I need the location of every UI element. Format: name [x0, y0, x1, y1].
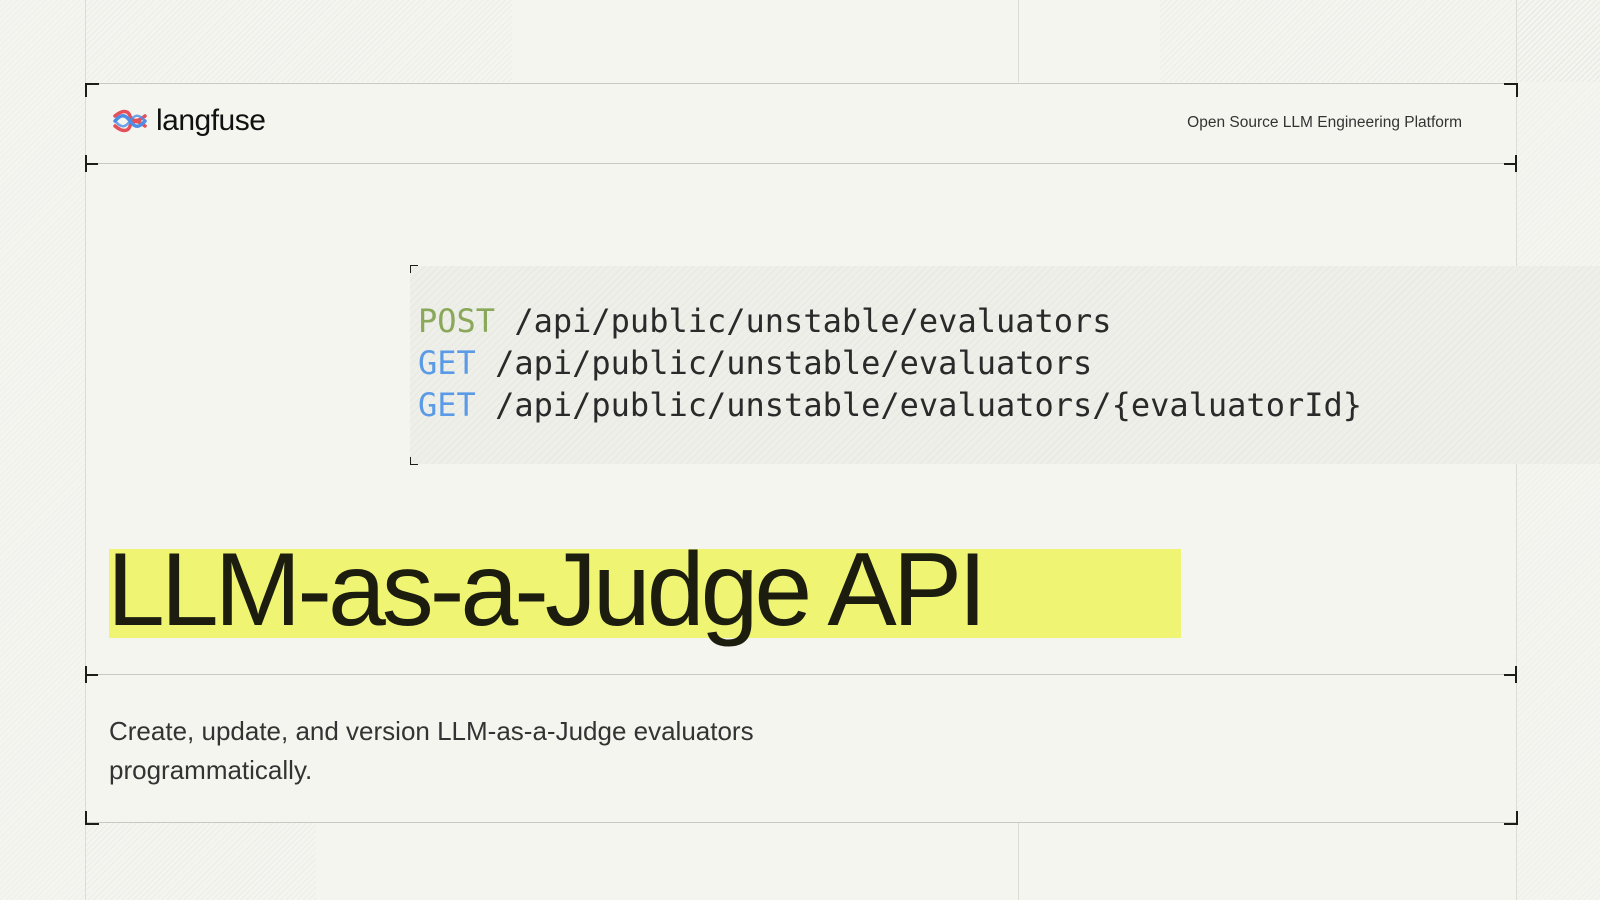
page-title: LLM-as-a-Judge API	[107, 532, 987, 648]
corner-bracket-br	[1504, 811, 1518, 825]
background-hatch-top-left	[86, 0, 512, 82]
endpoint-list: POST /api/public/unstable/evaluators GET …	[418, 300, 1362, 426]
brand-tagline: Open Source LLM Engineering Platform	[1187, 114, 1462, 131]
corner-bracket-bl	[85, 811, 99, 825]
endpoint-line: POST /api/public/unstable/evaluators	[418, 300, 1362, 342]
code-corner-bl	[410, 457, 418, 465]
http-method: GET	[418, 344, 476, 382]
divider-tick-left-1h	[85, 163, 98, 165]
background-hatch-bottom	[86, 822, 316, 900]
corner-bracket-tl	[85, 83, 99, 97]
code-corner-tl	[410, 265, 418, 273]
divider-tick-left-2h	[85, 674, 98, 676]
divider-tick-right-2h	[1504, 674, 1517, 676]
grid-line-2	[1018, 0, 1019, 82]
endpoint-path: /api/public/unstable/evaluators/{evaluat…	[475, 386, 1363, 424]
divider-tick-right-1h	[1504, 163, 1517, 165]
frame-bottom-line	[86, 822, 1516, 823]
http-method: GET	[418, 386, 476, 424]
content-divider	[86, 674, 1516, 675]
frame-top-line	[86, 83, 1516, 84]
grid-line-3	[1018, 822, 1019, 900]
header-divider	[86, 163, 1516, 164]
page-description: Create, update, and version LLM-as-a-Jud…	[109, 716, 754, 785]
endpoint-path: /api/public/unstable/evaluators	[495, 302, 1112, 340]
endpoint-path: /api/public/unstable/evaluators	[475, 344, 1093, 382]
langfuse-logo-icon	[113, 109, 147, 133]
background-hatch-left	[0, 0, 86, 900]
corner-bracket-tr	[1504, 83, 1518, 97]
endpoint-line: GET /api/public/unstable/evaluators	[418, 342, 1362, 384]
brand-name: langfuse	[156, 104, 266, 137]
http-method: POST	[418, 302, 496, 340]
brand-logo[interactable]: langfuse	[112, 104, 266, 138]
endpoint-line: GET /api/public/unstable/evaluators/{eva…	[418, 384, 1362, 426]
